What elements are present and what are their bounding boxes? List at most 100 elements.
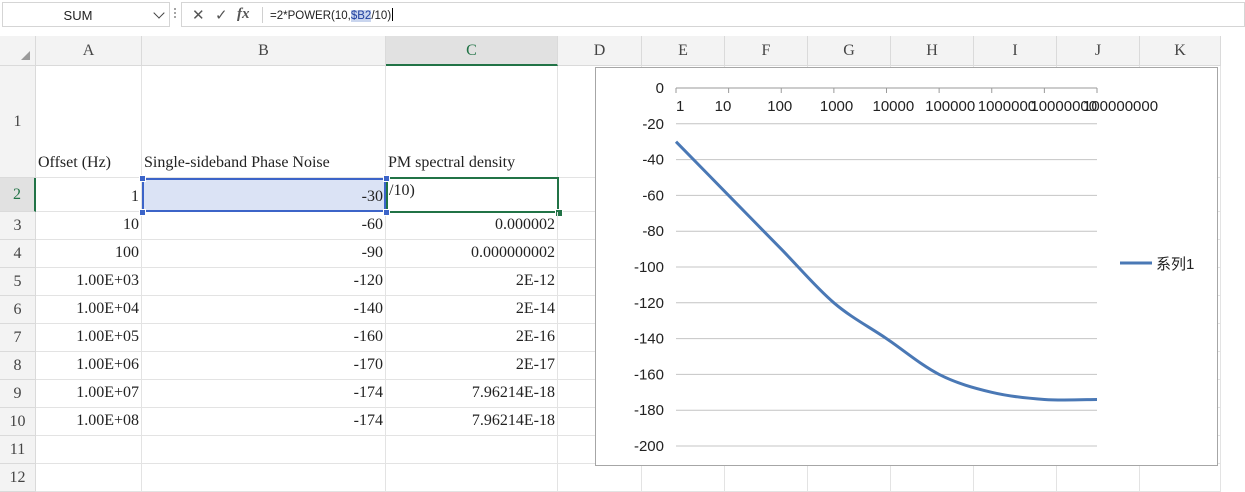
cell-c5[interactable]: 2E-12: [386, 268, 558, 296]
cell-a1[interactable]: Offset (Hz): [36, 66, 142, 178]
line-chart[interactable]: 0-20-40-60-80-100-120-140-160-180-200110…: [595, 67, 1218, 466]
row-header-8[interactable]: 8: [0, 352, 36, 380]
cell-b3[interactable]: -60: [142, 212, 386, 240]
cell-a4-value: 100: [115, 239, 139, 267]
active-cell-c2[interactable]: /10): [386, 177, 559, 213]
drag-handle-icon[interactable]: [174, 6, 177, 22]
cell-a10-value: 1.00E+08: [76, 407, 139, 435]
cell-b1[interactable]: Single-sideband Phase Noise: [142, 66, 386, 178]
formula-reference: $B2: [351, 10, 371, 22]
y-tick-label: -40: [642, 152, 664, 169]
divider: [262, 7, 263, 23]
empty-cell[interactable]: [386, 464, 558, 492]
insert-function-button[interactable]: fx: [237, 6, 250, 23]
text-caret: [392, 8, 393, 21]
legend-label: 系列1: [1156, 256, 1194, 273]
cell-a8[interactable]: 1.00E+06: [36, 352, 142, 380]
row-header-1[interactable]: 1: [0, 66, 36, 178]
empty-cell[interactable]: [558, 464, 642, 492]
cell-a10[interactable]: 1.00E+08: [36, 408, 142, 436]
cell-c6[interactable]: 2E-14: [386, 296, 558, 324]
cell-a4[interactable]: 100: [36, 240, 142, 268]
range-handle[interactable]: [383, 209, 390, 216]
column-header-h[interactable]: H: [891, 36, 974, 66]
column-header-a[interactable]: A: [36, 36, 142, 66]
cell-b5[interactable]: -120: [142, 268, 386, 296]
column-header-d[interactable]: D: [558, 36, 642, 66]
row-header-6[interactable]: 6: [0, 296, 36, 324]
empty-cell[interactable]: [386, 436, 558, 464]
row-header-10[interactable]: 10: [0, 408, 36, 436]
cell-a9[interactable]: 1.00E+07: [36, 380, 142, 408]
cell-b9[interactable]: -174: [142, 380, 386, 408]
range-handle[interactable]: [139, 209, 146, 216]
empty-cell[interactable]: [974, 464, 1057, 492]
name-box-value: SUM: [3, 8, 153, 23]
cell-b4[interactable]: -90: [142, 240, 386, 268]
row-header-11[interactable]: 11: [0, 436, 36, 464]
cell-b3-value: -60: [362, 211, 383, 239]
range-handle[interactable]: [383, 175, 390, 182]
chevron-down-icon[interactable]: [153, 7, 164, 18]
row-header-12[interactable]: 12: [0, 464, 36, 492]
select-all-button[interactable]: [0, 36, 36, 66]
x-tick-label: 1000000: [978, 98, 1036, 115]
empty-cell[interactable]: [1057, 464, 1140, 492]
empty-cell[interactable]: [1140, 464, 1221, 492]
empty-cell[interactable]: [891, 464, 974, 492]
cell-a3[interactable]: 10: [36, 212, 142, 240]
y-tick-label: -80: [642, 223, 664, 240]
cell-a2[interactable]: 1: [36, 178, 142, 212]
empty-cell[interactable]: [808, 464, 891, 492]
formula-bar[interactable]: ✕ ✓ fx =2*POWER(10,$B2/10): [181, 2, 1245, 27]
cell-c7[interactable]: 2E-16: [386, 324, 558, 352]
cell-b2[interactable]: -30: [142, 178, 386, 212]
cell-c1[interactable]: PM spectral density: [386, 66, 558, 178]
row-header-7[interactable]: 7: [0, 324, 36, 352]
y-tick-label: -100: [634, 259, 664, 276]
cell-c9[interactable]: 7.96214E-18: [386, 380, 558, 408]
column-header-j[interactable]: J: [1057, 36, 1140, 66]
cell-a5[interactable]: 1.00E+03: [36, 268, 142, 296]
column-header-b[interactable]: B: [142, 36, 386, 66]
checkmark-icon[interactable]: ✓: [215, 6, 228, 24]
column-header-f[interactable]: F: [725, 36, 808, 66]
cell-b7-value: -160: [354, 323, 383, 351]
cell-b7[interactable]: -160: [142, 324, 386, 352]
empty-cell[interactable]: [36, 436, 142, 464]
column-header-e[interactable]: E: [642, 36, 725, 66]
cell-c8[interactable]: 2E-17: [386, 352, 558, 380]
row-header-3[interactable]: 3: [0, 212, 36, 240]
cell-a7[interactable]: 1.00E+05: [36, 324, 142, 352]
empty-cell[interactable]: [142, 464, 386, 492]
range-handle[interactable]: [139, 175, 146, 182]
column-header-g[interactable]: G: [808, 36, 891, 66]
row-header-2[interactable]: 2: [0, 178, 36, 212]
x-tick-label: 100000: [925, 98, 975, 115]
row-header-4[interactable]: 4: [0, 240, 36, 268]
empty-cell[interactable]: [642, 464, 725, 492]
column-header-i[interactable]: I: [974, 36, 1057, 66]
x-tick-label: 100: [767, 98, 792, 115]
cell-b8[interactable]: -170: [142, 352, 386, 380]
cell-b10[interactable]: -174: [142, 408, 386, 436]
row-header-9[interactable]: 9: [0, 380, 36, 408]
formula-input[interactable]: =2*POWER(10,$B2/10): [270, 8, 393, 22]
empty-cell[interactable]: [36, 464, 142, 492]
y-tick-label: -60: [642, 187, 664, 204]
cell-c10[interactable]: 7.96214E-18: [386, 408, 558, 436]
cell-b2-value: -30: [362, 183, 383, 211]
close-icon[interactable]: ✕: [192, 6, 205, 24]
y-tick-label: 0: [656, 80, 664, 97]
cell-a6[interactable]: 1.00E+04: [36, 296, 142, 324]
cell-b6[interactable]: -140: [142, 296, 386, 324]
name-box[interactable]: SUM: [2, 2, 170, 27]
cell-b1-value: Single-sideband Phase Noise: [144, 149, 330, 177]
empty-cell[interactable]: [142, 436, 386, 464]
row-header-5[interactable]: 5: [0, 268, 36, 296]
column-header-c[interactable]: C: [386, 36, 558, 66]
empty-cell[interactable]: [725, 464, 808, 492]
column-header-k[interactable]: K: [1140, 36, 1221, 66]
cell-c3[interactable]: 0.000002: [386, 212, 558, 240]
cell-c4[interactable]: 0.000000002: [386, 240, 558, 268]
